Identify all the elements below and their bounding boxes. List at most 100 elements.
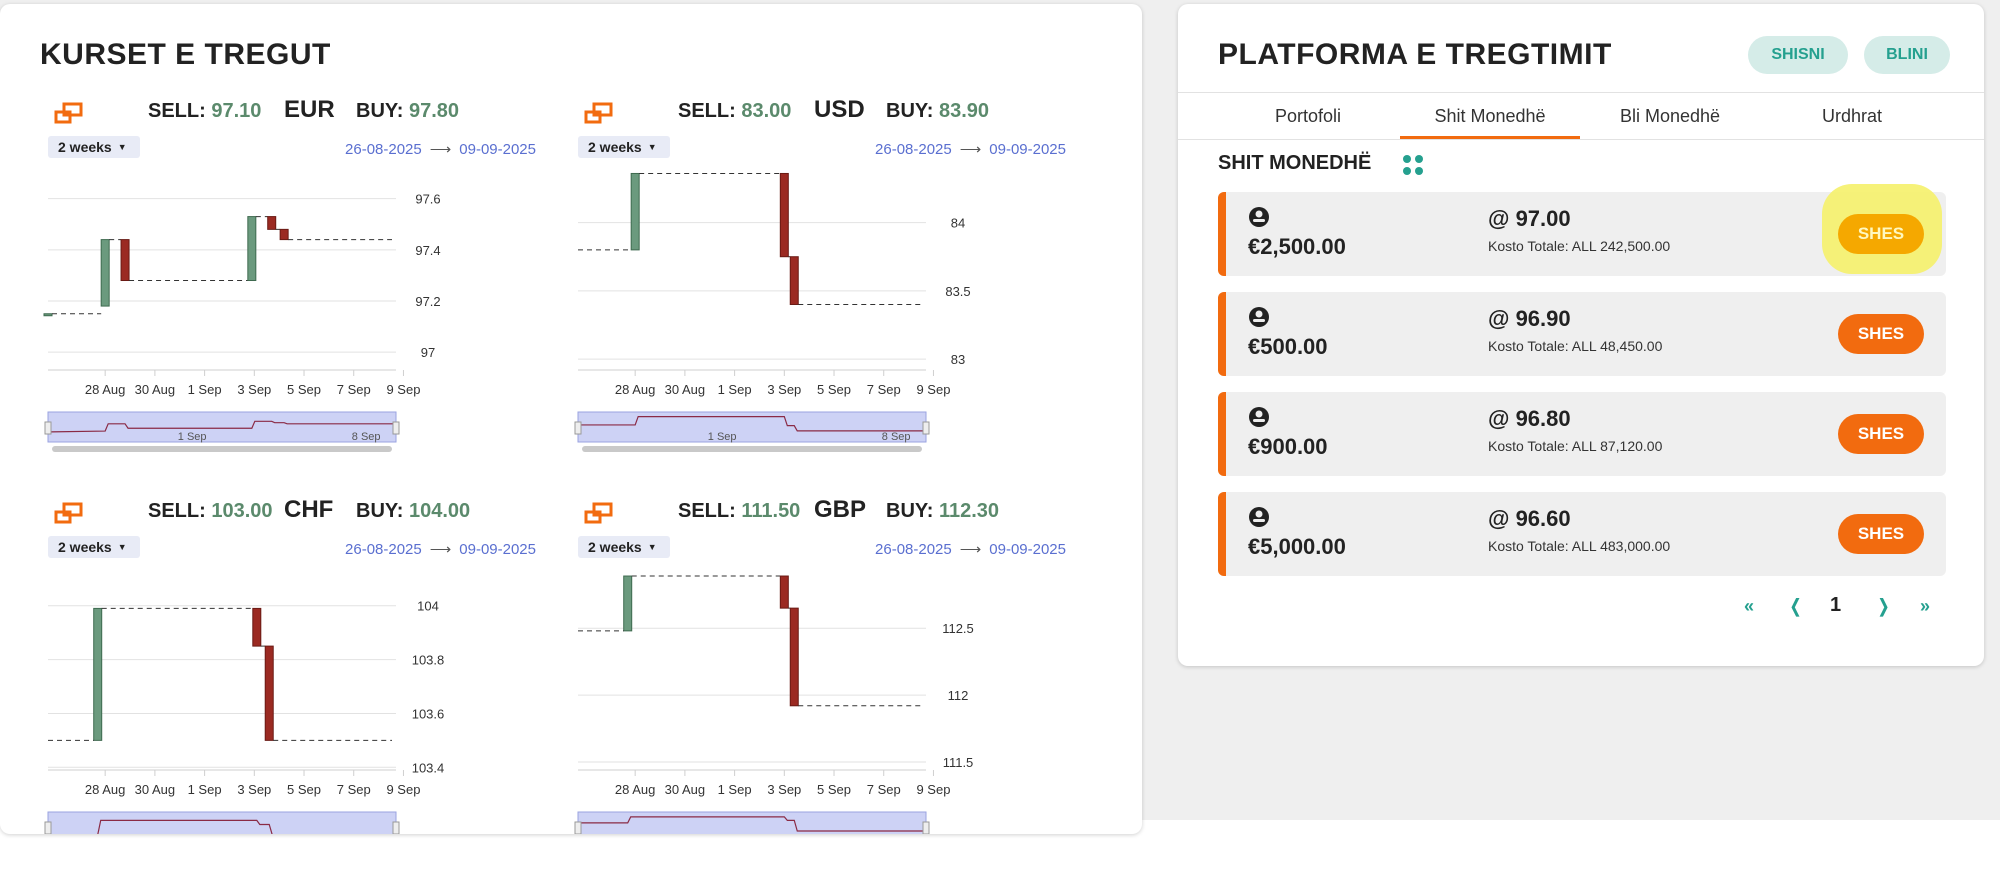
y-tick-label: 97.6 <box>415 192 440 207</box>
accent-bar <box>1218 492 1226 576</box>
range-dropdown[interactable]: 2 weeks ▼ <box>578 536 670 558</box>
candlestick-chart[interactable]: 97.6 97.4 97.2 97 28 Aug 30 Aug 1 Sep 3 Sep 5 Se… <box>36 158 556 488</box>
x-tick-label: 1 Sep <box>188 782 222 797</box>
accent-bar <box>1218 392 1226 476</box>
candlestick-chart[interactable]: 112.5 112 111.5 28 Aug 30 Aug 1 Sep 3 Sep 5 Sep… <box>566 558 1086 834</box>
sell-button[interactable]: SHES <box>1838 414 1924 454</box>
navigator-tick-label: 1 Sep <box>178 431 207 443</box>
x-tick-label: 1 Sep <box>718 382 752 397</box>
sell-rate: SELL: 103.00 <box>148 500 273 522</box>
navigator-window <box>47 411 397 443</box>
candle <box>247 216 257 282</box>
date-range[interactable]: 26-08-2025 ⟶ 09-09-2025 <box>345 140 536 158</box>
sell-order-row: €900.00 @ 96.80 Kosto Totale: ALL 87,120… <box>1218 392 1946 476</box>
order-total-cost: Kosto Totale: ALL 48,450.00 <box>1488 338 1663 354</box>
y-tick-label: 103.6 <box>412 706 445 721</box>
x-tick-label: 3 Sep <box>767 382 801 397</box>
range-dropdown[interactable]: 2 weeks ▼ <box>48 536 140 558</box>
x-tick-label: 1 Sep <box>718 782 752 797</box>
navigator-handle <box>922 421 930 435</box>
range-dropdown[interactable]: 2 weeks ▼ <box>578 136 670 158</box>
x-tick-label: 1 Sep <box>188 382 222 397</box>
tab-bar: Portofoli Shit Monedhë Bli Monedhë Urdhr… <box>1178 92 1984 140</box>
order-price: @ 96.80 <box>1488 406 1571 431</box>
date-range[interactable]: 26-08-2025 ⟶ 09-09-2025 <box>345 540 536 558</box>
pager-first[interactable]: « <box>1744 596 1754 617</box>
x-tick-label: 9 Sep <box>386 782 420 797</box>
order-amount: €500.00 <box>1248 334 1328 359</box>
user-icon <box>1249 207 1269 227</box>
user-icon <box>1249 507 1269 527</box>
currency-code: CHF <box>284 496 334 523</box>
user-icon <box>1249 307 1269 327</box>
market-rates-card: KURSET E TREGUT SELL: 97.10 EUR BUY: 97.… <box>0 4 1142 834</box>
rate-panel-chf: SELL: 103.00 CHF BUY: 104.00 2 weeks ▼ 26… <box>36 488 556 834</box>
order-amount: €2,500.00 <box>1248 234 1346 259</box>
navigator-handle <box>574 421 582 435</box>
y-tick-label: 112 <box>948 688 969 703</box>
tab-urdhrat[interactable]: Urdhrat <box>1762 93 1942 139</box>
range-dropdown[interactable]: 2 weeks ▼ <box>48 136 140 158</box>
tab-portofoli[interactable]: Portofoli <box>1218 93 1398 139</box>
pager-last[interactable]: » <box>1920 596 1930 617</box>
sell-button[interactable]: SHES <box>1838 514 1924 554</box>
tab-bli-monedhe[interactable]: Bli Monedhë <box>1580 93 1760 139</box>
sell-button[interactable]: SHES <box>1838 214 1924 254</box>
x-tick-label: 9 Sep <box>916 382 950 397</box>
candle <box>779 575 789 609</box>
x-tick-label: 28 Aug <box>615 782 656 797</box>
date-range[interactable]: 26-08-2025 ⟶ 09-09-2025 <box>875 140 1066 158</box>
y-tick-label: 104 <box>417 599 439 614</box>
order-amount: €900.00 <box>1248 434 1328 459</box>
rate-panel-gbp: SELL: 111.50 GBP BUY: 112.30 2 weeks ▼ 26… <box>566 488 1086 834</box>
navigator-handle <box>44 821 52 834</box>
y-tick-label: 97.4 <box>415 243 440 258</box>
y-tick-label: 103.4 <box>412 760 445 775</box>
x-tick-label: 30 Aug <box>665 782 706 797</box>
candle <box>789 256 799 305</box>
order-amount: €5,000.00 <box>1248 534 1346 559</box>
x-tick-label: 5 Sep <box>817 782 851 797</box>
candlestick-chart[interactable]: 84 83.5 83 28 Aug 30 Aug 1 Sep 3 Sep 5 Sep 7 Sep… <box>566 158 1086 488</box>
candlestick-chart[interactable]: 104 103.8 103.6 103.4 28 Aug 30 Aug 1 Sep 3 Sep… <box>36 558 556 834</box>
candle <box>252 607 262 647</box>
x-tick-label: 5 Sep <box>287 382 321 397</box>
x-tick-label: 28 Aug <box>85 382 126 397</box>
sell-filter-pill[interactable]: SHISNI <box>1748 36 1848 74</box>
navigator-handle <box>574 821 582 834</box>
currency-code: EUR <box>284 96 335 123</box>
popout-icon[interactable] <box>54 502 84 524</box>
buy-rate: BUY: 112.30 <box>886 500 1000 522</box>
navigator-handle <box>392 421 400 435</box>
pager-prev[interactable]: ❬ <box>1788 596 1803 617</box>
navigator-scrollbar <box>582 446 922 452</box>
date-range[interactable]: 26-08-2025 ⟶ 09-09-2025 <box>875 540 1066 558</box>
buy-filter-pill[interactable]: BLINI <box>1864 36 1950 74</box>
navigator-tick-label: 8 Sep <box>352 431 381 443</box>
order-price: @ 96.90 <box>1488 306 1571 331</box>
buy-rate: BUY: 83.90 <box>886 100 990 122</box>
popout-icon[interactable] <box>584 502 614 524</box>
y-tick-label: 97 <box>421 345 435 360</box>
sell-rate: SELL: 111.50 <box>678 500 801 522</box>
popout-icon[interactable] <box>584 102 614 124</box>
navigator-tick-label: 8 Sep <box>882 431 911 443</box>
x-tick-label: 9 Sep <box>386 382 420 397</box>
candle <box>43 313 53 317</box>
x-tick-label: 3 Sep <box>237 382 271 397</box>
x-tick-label: 30 Aug <box>135 782 176 797</box>
section-title: SHIT MONEDHË <box>1218 152 1372 174</box>
pager-next[interactable]: ❭ <box>1876 596 1891 617</box>
tab-shit-monedhe[interactable]: Shit Monedhë <box>1400 93 1580 139</box>
buy-rate: BUY: 104.00 <box>356 500 471 522</box>
sell-button[interactable]: SHES <box>1838 314 1924 354</box>
navigator-scrollbar <box>52 446 392 452</box>
grid-dots-icon <box>1403 155 1423 175</box>
rate-panel-usd: SELL: 83.00 USD BUY: 83.90 2 weeks ▼ 26-0… <box>566 88 1086 488</box>
y-tick-label: 97.2 <box>415 294 440 309</box>
x-tick-label: 7 Sep <box>337 382 371 397</box>
popout-icon[interactable] <box>54 102 84 124</box>
y-tick-label: 111.5 <box>943 755 974 770</box>
pager-current-page[interactable]: 1 <box>1830 594 1841 617</box>
order-total-cost: Kosto Totale: ALL 242,500.00 <box>1488 238 1671 254</box>
